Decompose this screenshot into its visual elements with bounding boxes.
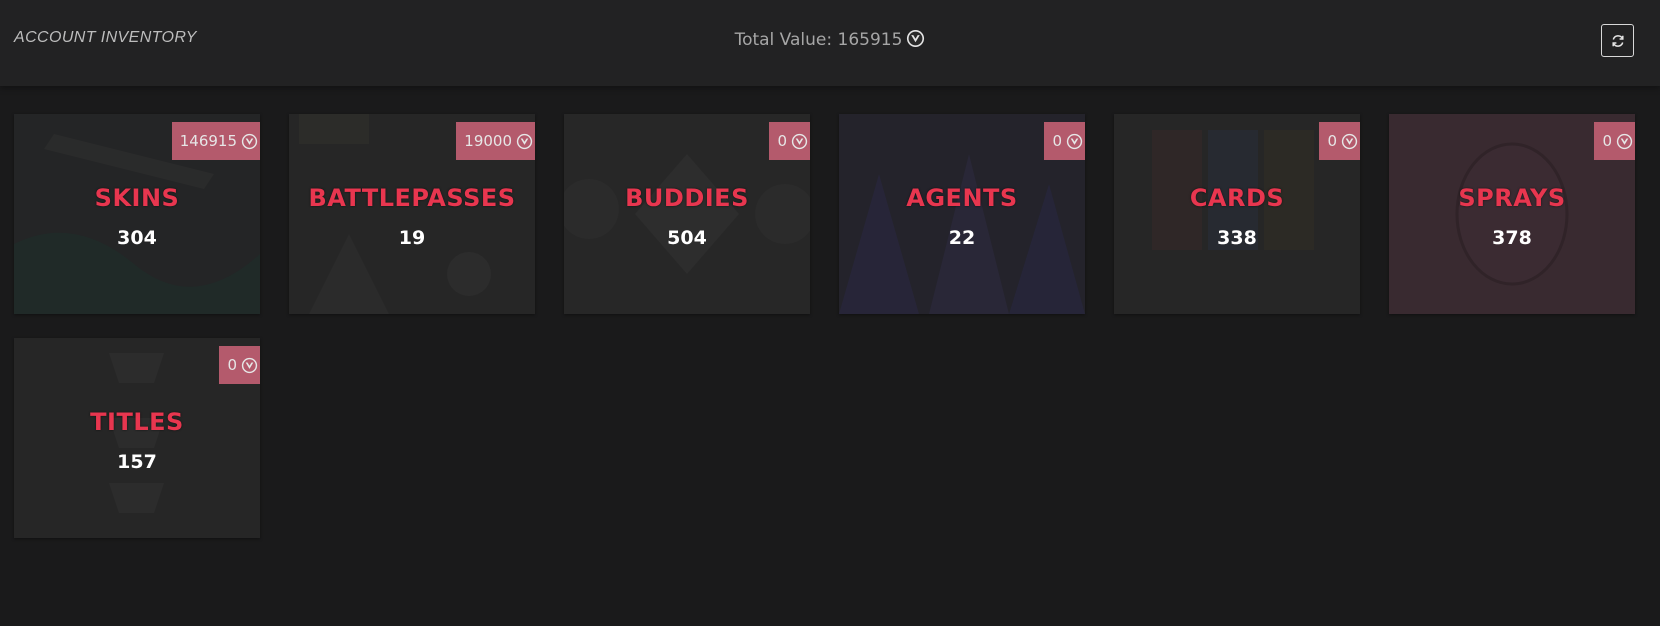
value-badge: 0 [1044, 122, 1085, 160]
category-card-battlepasses[interactable]: 19000 BATTLEPASSES 19 [289, 114, 535, 314]
value-amount: 0 [227, 356, 237, 374]
category-count: 157 [117, 451, 157, 473]
category-title: TITLES [90, 408, 184, 436]
value-amount: 19000 [464, 132, 512, 150]
category-count: 338 [1217, 227, 1257, 249]
valorant-points-icon [1066, 133, 1083, 149]
valorant-points-icon [241, 133, 258, 149]
value-amount: 0 [1602, 132, 1612, 150]
valorant-points-icon [1341, 133, 1358, 149]
category-title: BUDDIES [625, 184, 749, 212]
category-count: 504 [667, 227, 707, 249]
value-badge: 146915 [171, 122, 260, 160]
category-title: BATTLEPASSES [308, 184, 516, 212]
value-amount: 0 [1052, 132, 1062, 150]
category-count: 378 [1492, 227, 1532, 249]
value-amount: 0 [1327, 132, 1337, 150]
category-count: 19 [398, 227, 426, 249]
value-amount: 146915 [179, 132, 237, 150]
value-amount: 0 [777, 132, 787, 150]
category-title: SPRAYS [1458, 184, 1566, 212]
valorant-points-icon [241, 357, 258, 373]
category-card-skins[interactable]: 146915 SKINS 304 [14, 114, 260, 314]
category-card-buddies[interactable]: 0 BUDDIES 504 [564, 114, 810, 314]
total-value-label: Total Value: 165915 [734, 30, 903, 50]
category-card-sprays[interactable]: 0 SPRAYS 378 [1389, 114, 1635, 314]
category-card-agents[interactable]: 0 AGENTS 22 [839, 114, 1085, 314]
category-count: 304 [117, 227, 157, 249]
value-badge: 0 [1594, 122, 1635, 160]
category-card-titles[interactable]: 0 TITLES 157 [14, 338, 260, 538]
valorant-points-icon [791, 133, 808, 149]
total-value: Total Value: 165915 [0, 29, 1660, 50]
valorant-points-icon [1616, 133, 1633, 149]
valorant-points-icon [516, 133, 533, 149]
category-card-cards[interactable]: 0 CARDS 338 [1114, 114, 1360, 314]
category-count: 22 [948, 227, 976, 249]
refresh-button[interactable] [1601, 24, 1634, 57]
value-badge: 0 [769, 122, 810, 160]
value-badge: 0 [1319, 122, 1360, 160]
refresh-icon [1611, 34, 1624, 47]
category-title: AGENTS [906, 184, 1018, 212]
category-title: CARDS [1189, 184, 1285, 212]
value-badge: 19000 [456, 122, 535, 160]
category-title: SKINS [94, 184, 180, 212]
valorant-points-icon [907, 29, 925, 48]
value-badge: 0 [219, 346, 260, 384]
top-bar: ACCOUNT INVENTORY Total Value: 165915 [0, 0, 1660, 86]
